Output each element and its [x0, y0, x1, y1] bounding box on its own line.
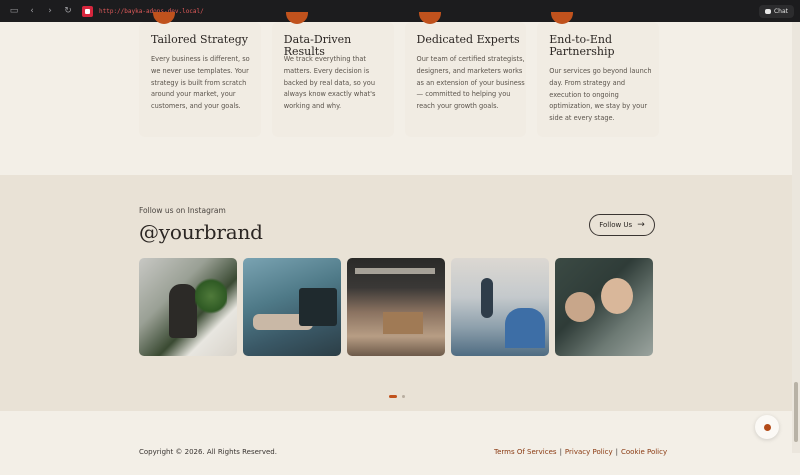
scrollbar-thumb[interactable]	[794, 382, 798, 442]
feature-badge-icon	[153, 12, 175, 24]
instagram-photo[interactable]	[243, 258, 341, 356]
address-bar[interactable]: http://bayka-adons-dev.local/	[99, 8, 204, 15]
page-content: Tailored Strategy Every business is diff…	[0, 12, 792, 475]
chat-widget-icon	[763, 423, 771, 431]
instagram-photo[interactable]	[451, 258, 549, 356]
browser-nav: ▭ ‹ › ↻	[0, 6, 74, 16]
browser-toolbar: ▭ ‹ › ↻ http://bayka-adons-dev.local/ Ch…	[0, 0, 800, 22]
feature-badge-icon	[285, 12, 308, 24]
features-row: Tailored Strategy Every business is diff…	[139, 12, 659, 162]
chat-icon	[764, 9, 771, 14]
feature-title: End-to-End Partnership	[549, 33, 615, 58]
link-separator: |	[559, 448, 562, 456]
carousel-dot-active[interactable]	[389, 395, 397, 398]
instagram-handle: @yourbrand	[139, 220, 263, 244]
arrow-right-icon: →	[637, 219, 645, 230]
privacy-link[interactable]: Privacy Policy	[565, 448, 613, 456]
copyright-text: Copyright © 2026. All Rights Reserved.	[139, 448, 277, 456]
feature-card: Tailored Strategy Every business is diff…	[139, 12, 261, 137]
link-separator: |	[615, 448, 618, 456]
instagram-gallery	[139, 258, 655, 356]
feature-body: Our team of certified strategists, desig…	[416, 55, 525, 111]
instagram-photo[interactable]	[347, 258, 445, 356]
carousel-pagination	[389, 395, 405, 398]
terms-link[interactable]: Terms Of Services	[494, 448, 557, 456]
reload-icon[interactable]: ↻	[62, 6, 74, 16]
site-favicon-icon	[82, 5, 93, 17]
instagram-photo[interactable]	[139, 258, 237, 356]
feature-body: Every business is different, so we never…	[151, 55, 250, 111]
feature-card: Data-Driven Results We track everything …	[271, 12, 394, 137]
cookie-link[interactable]: Cookie Policy	[621, 448, 667, 456]
chat-label: Chat	[773, 8, 788, 15]
feature-body: Our services go beyond launch day. From …	[549, 67, 652, 123]
feature-badge-icon	[418, 12, 441, 24]
feature-card: Dedicated Experts Our team of certified …	[404, 12, 527, 137]
feature-title: Tailored Strategy	[151, 33, 248, 46]
follow-us-button[interactable]: Follow Us →	[589, 214, 655, 236]
back-icon[interactable]: ‹	[26, 6, 38, 16]
floating-action-button[interactable]	[755, 415, 779, 439]
footer-links: Terms Of Services | Privacy Policy | Coo…	[494, 448, 667, 456]
feature-body: We track everything that matters. Every …	[283, 55, 376, 111]
follow-us-label: Follow Us	[599, 221, 633, 229]
feature-badge-icon	[551, 12, 574, 24]
instagram-label: Follow us on Instagram	[139, 206, 226, 215]
feature-title: Dedicated Experts	[416, 33, 520, 46]
feature-card: End-to-End Partnership Our services go b…	[537, 12, 659, 137]
forward-icon[interactable]: ›	[44, 6, 56, 16]
footer: Copyright © 2026. All Rights Reserved. T…	[0, 411, 792, 475]
chat-button[interactable]: Chat	[758, 5, 794, 18]
sidebar-toggle-icon[interactable]: ▭	[8, 6, 20, 16]
carousel-dot[interactable]	[402, 395, 405, 398]
page-scrollbar[interactable]	[792, 22, 800, 453]
instagram-photo[interactable]	[555, 258, 653, 356]
instagram-section: Follow us on Instagram @yourbrand Follow…	[0, 175, 792, 411]
